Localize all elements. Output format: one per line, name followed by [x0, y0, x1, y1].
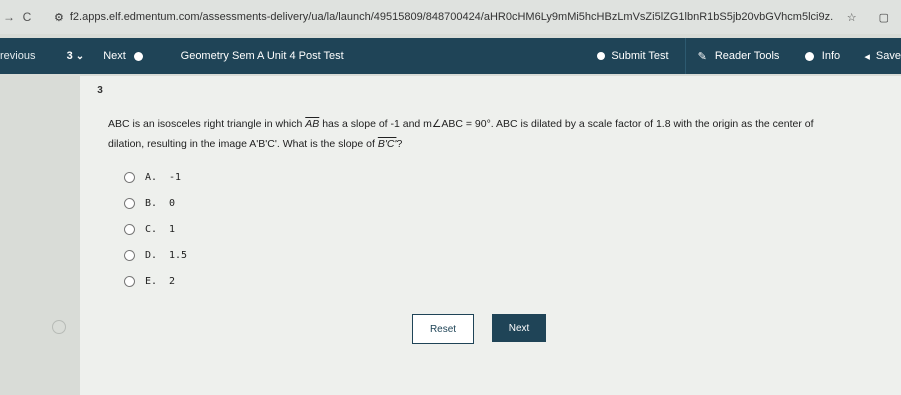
reader-tools-label: Reader Tools — [714, 50, 780, 62]
test-toolbar: revious 3 ⌄ Next Geometry Sem A Unit 4 P… — [0, 38, 901, 74]
choice-d[interactable]: D. 1.5 — [124, 242, 187, 268]
loading-indicator-icon — [52, 320, 66, 334]
question-badge: 3 — [97, 84, 103, 96]
url-text: f2.apps.elf.edmentum.com/assessments-del… — [69, 11, 834, 23]
radio-button[interactable] — [124, 249, 135, 261]
choice-a[interactable]: A. -1 — [124, 164, 187, 190]
choice-value: 0 — [169, 197, 176, 209]
next-button[interactable]: Next — [492, 314, 546, 342]
pencil-icon: ✎ — [697, 50, 707, 63]
save-label: Save — [875, 50, 901, 62]
reload-icon[interactable]: C — [18, 10, 36, 24]
previous-button[interactable]: revious — [0, 50, 48, 62]
question-text-part3: ? — [396, 138, 403, 150]
info-button[interactable]: Info — [797, 50, 857, 62]
segment-bc: B'C' — [377, 138, 397, 150]
address-bar[interactable]: ⚙ f2.apps.elf.edmentum.com/assessments-d… — [54, 11, 834, 24]
bookmark-star-icon[interactable]: ☆ — [847, 11, 857, 24]
choice-letter: E. — [145, 275, 158, 287]
choice-value: -1 — [169, 171, 182, 183]
choice-value: 1 — [169, 223, 176, 235]
choice-letter: A. — [145, 171, 158, 183]
browser-bar: → C ⚙ f2.apps.elf.edmentum.com/assessmen… — [0, 0, 901, 34]
choice-letter: B. — [145, 197, 158, 209]
info-icon — [804, 51, 814, 61]
choice-value: 2 — [169, 275, 176, 287]
answer-choices: A. -1 B. 0 C. 1 D. 1.5 E. 2 — [124, 164, 187, 294]
save-icon: ◂ — [864, 50, 870, 63]
test-title: Geometry Sem A Unit 4 Post Test — [180, 50, 344, 62]
question-area: 3 ABC is an isosceles right triangle in … — [52, 76, 901, 395]
site-settings-icon[interactable]: ⚙ — [54, 11, 64, 24]
save-button[interactable]: ◂ Save — [856, 50, 901, 63]
arrow-right-circle-icon — [133, 51, 143, 61]
segment-ab: AB — [305, 118, 320, 130]
reset-button[interactable]: Reset — [412, 314, 474, 344]
choice-b[interactable]: B. 0 — [124, 190, 187, 216]
question-number: 3 — [66, 50, 73, 62]
choice-c[interactable]: C. 1 — [124, 216, 187, 242]
previous-label: revious — [0, 50, 36, 62]
submit-test-button[interactable]: Submit Test — [597, 50, 684, 62]
next-label: Next — [103, 50, 126, 62]
check-circle-icon — [597, 52, 606, 60]
choice-letter: D. — [145, 249, 158, 261]
question-text: ABC is an isosceles right triangle in wh… — [108, 114, 828, 154]
next-question-button[interactable]: Next — [103, 50, 172, 62]
choice-letter: C. — [145, 223, 158, 235]
forward-icon[interactable]: → — [0, 10, 18, 24]
info-label: Info — [821, 50, 841, 62]
radio-button[interactable] — [124, 223, 135, 235]
choice-e[interactable]: E. 2 — [124, 268, 187, 294]
question-number-dropdown[interactable]: 3 ⌄ — [48, 50, 104, 62]
chevron-down-icon: ⌄ — [75, 50, 85, 62]
radio-button[interactable] — [124, 197, 135, 209]
reader-tools-button[interactable]: ✎ Reader Tools — [686, 50, 797, 63]
radio-button[interactable] — [124, 171, 135, 183]
choice-value: 1.5 — [169, 249, 188, 261]
question-text-part1: ABC is an isosceles right triangle in wh… — [108, 118, 306, 130]
radio-button[interactable] — [124, 275, 135, 287]
extensions-icon[interactable]: ▢ — [879, 11, 889, 24]
submit-label: Submit Test — [611, 50, 669, 62]
